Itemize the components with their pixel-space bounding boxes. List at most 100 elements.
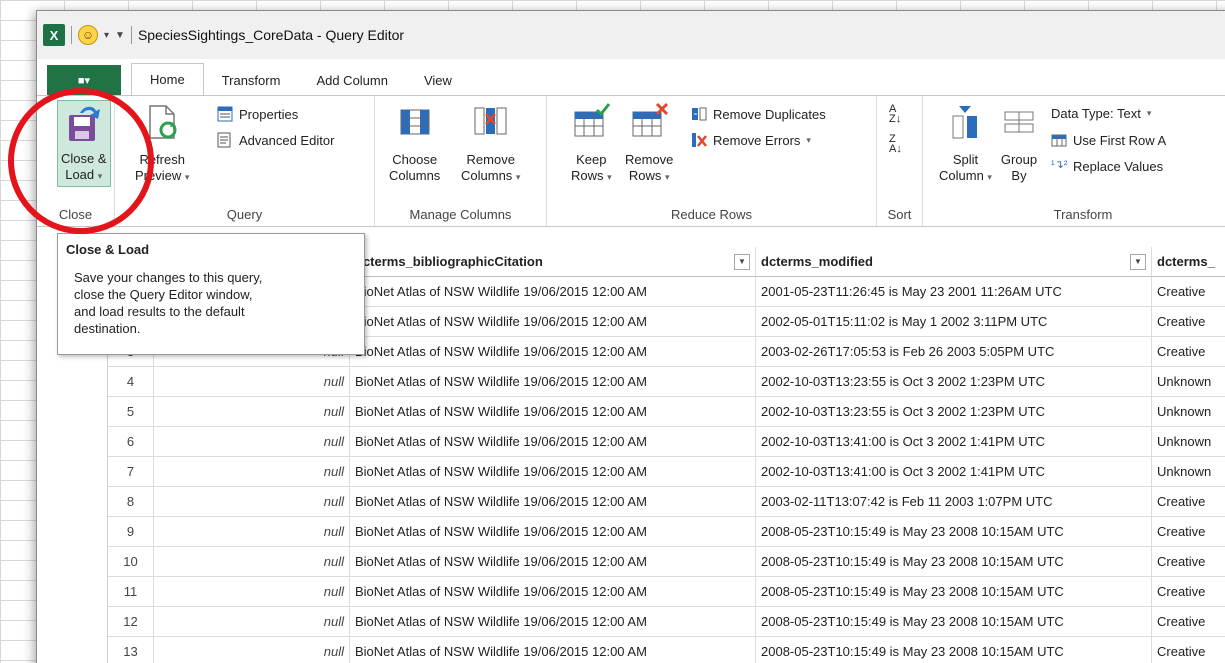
tooltip-title: Close & Load bbox=[66, 242, 150, 257]
split-column-label-line1: Split bbox=[952, 152, 979, 167]
null-cell[interactable]: null bbox=[154, 397, 350, 427]
modified-cell[interactable]: 2002-05-01T15:11:02 is May 1 2002 3:11PM… bbox=[756, 307, 1152, 337]
bibliographic-citation-cell[interactable]: BioNet Atlas of NSW Wildlife 19/06/2015 … bbox=[350, 487, 756, 517]
bibliographic-citation-cell[interactable]: BioNet Atlas of NSW Wildlife 19/06/2015 … bbox=[350, 547, 756, 577]
license-cell[interactable]: Creative bbox=[1152, 487, 1225, 517]
bibliographic-citation-cell[interactable]: BioNet Atlas of NSW Wildlife 19/06/2015 … bbox=[350, 367, 756, 397]
row-number[interactable]: 6 bbox=[108, 427, 154, 457]
query-editor-window: X ☺ ▾ ▼ SpeciesSightings_CoreData - Quer… bbox=[36, 10, 1225, 663]
modified-cell[interactable]: 2008-05-23T10:15:49 is May 23 2008 10:15… bbox=[756, 607, 1152, 637]
table-row: 10 null BioNet Atlas of NSW Wildlife 19/06… bbox=[108, 547, 1225, 577]
bibliographic-citation-cell[interactable]: BioNet Atlas of NSW Wildlife 19/06/2015 … bbox=[350, 427, 756, 457]
bibliographic-citation-cell[interactable]: BioNet Atlas of NSW Wildlife 19/06/2015 … bbox=[350, 517, 756, 547]
row-number[interactable]: 13 bbox=[108, 637, 154, 663]
data-type-dropdown[interactable]: Data Type: Text ▾ bbox=[1051, 106, 1151, 121]
license-cell[interactable]: Creative bbox=[1152, 637, 1225, 663]
license-cell[interactable]: Creative bbox=[1152, 517, 1225, 547]
row-number[interactable]: 12 bbox=[108, 607, 154, 637]
tab-transform[interactable]: Transform bbox=[204, 65, 299, 95]
use-first-row-button[interactable]: Use First Row A bbox=[1051, 132, 1166, 148]
tab-view[interactable]: View bbox=[406, 65, 470, 95]
null-cell[interactable]: null bbox=[154, 547, 350, 577]
bibliographic-citation-cell[interactable]: BioNet Atlas of NSW Wildlife 19/06/2015 … bbox=[350, 277, 756, 307]
tab-add-column[interactable]: Add Column bbox=[298, 65, 406, 95]
bibliographic-citation-cell[interactable]: BioNet Atlas of NSW Wildlife 19/06/2015 … bbox=[350, 337, 756, 367]
group-label-transform: Transform bbox=[1053, 207, 1113, 222]
ribbon: Close & Load ▾ Close Refresh Preview ▾ P… bbox=[37, 95, 1225, 227]
sort-ascending-button[interactable]: A Z↓ bbox=[889, 103, 902, 125]
row-number[interactable]: 11 bbox=[108, 577, 154, 607]
excel-icon[interactable]: X bbox=[43, 24, 65, 46]
modified-cell[interactable]: 2008-05-23T10:15:49 is May 23 2008 10:15… bbox=[756, 637, 1152, 663]
null-cell[interactable]: null bbox=[154, 517, 350, 547]
null-cell[interactable]: null bbox=[154, 607, 350, 637]
modified-cell[interactable]: 2008-05-23T10:15:49 is May 23 2008 10:15… bbox=[756, 547, 1152, 577]
remove-rows-button[interactable]: Remove Rows ▾ bbox=[625, 102, 673, 185]
filter-dropdown-icon[interactable]: ▼ bbox=[1130, 253, 1146, 270]
remove-duplicates-label: Remove Duplicates bbox=[713, 106, 826, 122]
null-cell[interactable]: null bbox=[154, 487, 350, 517]
null-cell[interactable]: null bbox=[154, 427, 350, 457]
license-cell[interactable]: Unknown bbox=[1152, 397, 1225, 427]
modified-cell[interactable]: 2002-10-03T13:23:55 is Oct 3 2002 1:23PM… bbox=[756, 367, 1152, 397]
modified-cell[interactable]: 2001-05-23T11:26:45 is May 23 2001 11:26… bbox=[756, 277, 1152, 307]
remove-errors-button[interactable]: Remove Errors ▾ bbox=[691, 132, 811, 148]
keep-rows-icon bbox=[571, 102, 611, 142]
bibliographic-citation-cell[interactable]: BioNet Atlas of NSW Wildlife 19/06/2015 … bbox=[350, 307, 756, 337]
row-number[interactable]: 7 bbox=[108, 457, 154, 487]
group-transform: Split Column ▾ Group By Data Type: Text … bbox=[923, 96, 1225, 226]
bibliographic-citation-cell[interactable]: BioNet Atlas of NSW Wildlife 19/06/2015 … bbox=[350, 637, 756, 663]
smiley-icon[interactable]: ☺ bbox=[78, 25, 98, 45]
row-number[interactable]: 4 bbox=[108, 367, 154, 397]
modified-cell[interactable]: 2002-10-03T13:41:00 is Oct 3 2002 1:41PM… bbox=[756, 457, 1152, 487]
advanced-editor-button[interactable]: Advanced Editor bbox=[217, 132, 334, 148]
keep-rows-button[interactable]: Keep Rows ▾ bbox=[571, 102, 612, 185]
column-header-license[interactable]: dcterms_ bbox=[1152, 247, 1225, 277]
sort-ascending-icon: A Z↓ bbox=[889, 103, 902, 125]
modified-cell[interactable]: 2008-05-23T10:15:49 is May 23 2008 10:15… bbox=[756, 517, 1152, 547]
tab-home[interactable]: Home bbox=[131, 63, 204, 95]
null-cell[interactable]: null bbox=[154, 577, 350, 607]
row-number[interactable]: 9 bbox=[108, 517, 154, 547]
modified-cell[interactable]: 2002-10-03T13:23:55 is Oct 3 2002 1:23PM… bbox=[756, 397, 1152, 427]
modified-cell[interactable]: 2003-02-26T17:05:53 is Feb 26 2003 5:05P… bbox=[756, 337, 1152, 367]
license-cell[interactable]: Creative bbox=[1152, 547, 1225, 577]
row-number[interactable]: 10 bbox=[108, 547, 154, 577]
bibliographic-citation-cell[interactable]: BioNet Atlas of NSW Wildlife 19/06/2015 … bbox=[350, 457, 756, 487]
license-cell[interactable]: Unknown bbox=[1152, 427, 1225, 457]
license-cell[interactable]: Creative bbox=[1152, 607, 1225, 637]
remove-columns-button[interactable]: Remove Columns ▾ bbox=[461, 102, 520, 185]
null-cell[interactable]: null bbox=[154, 457, 350, 487]
group-label-manage-columns: Manage Columns bbox=[409, 207, 512, 222]
filter-dropdown-icon[interactable]: ▼ bbox=[734, 253, 750, 270]
license-cell[interactable]: Unknown bbox=[1152, 457, 1225, 487]
group-by-button[interactable]: Group By bbox=[999, 102, 1039, 184]
split-column-button[interactable]: Split Column ▾ bbox=[939, 102, 992, 185]
remove-duplicates-button[interactable]: Remove Duplicates bbox=[691, 106, 826, 122]
bibliographic-citation-cell[interactable]: BioNet Atlas of NSW Wildlife 19/06/2015 … bbox=[350, 607, 756, 637]
properties-button[interactable]: Properties bbox=[217, 106, 298, 122]
replace-values-button[interactable]: ¹↴² Replace Values bbox=[1051, 158, 1163, 174]
license-cell[interactable]: Unknown bbox=[1152, 367, 1225, 397]
bibliographic-citation-cell[interactable]: BioNet Atlas of NSW Wildlife 19/06/2015 … bbox=[350, 577, 756, 607]
chevron-down-icon[interactable]: ▾ bbox=[104, 30, 109, 41]
row-number[interactable]: 8 bbox=[108, 487, 154, 517]
choose-columns-label-line2: Columns bbox=[389, 168, 441, 183]
modified-cell[interactable]: 2003-02-11T13:07:42 is Feb 11 2003 1:07P… bbox=[756, 487, 1152, 517]
column-header-modified[interactable]: dcterms_modified ▼ bbox=[756, 247, 1152, 277]
license-cell[interactable]: Creative bbox=[1152, 307, 1225, 337]
sort-descending-button[interactable]: Z A↓ bbox=[889, 134, 902, 155]
license-cell[interactable]: Creative bbox=[1152, 277, 1225, 307]
license-cell[interactable]: Creative bbox=[1152, 337, 1225, 367]
null-cell[interactable]: null bbox=[154, 367, 350, 397]
bibliographic-citation-cell[interactable]: BioNet Atlas of NSW Wildlife 19/06/2015 … bbox=[350, 397, 756, 427]
license-cell[interactable]: Creative bbox=[1152, 577, 1225, 607]
quick-access-customize-icon[interactable]: ▼ bbox=[115, 30, 125, 41]
row-number[interactable]: 5 bbox=[108, 397, 154, 427]
modified-cell[interactable]: 2008-05-23T10:15:49 is May 23 2008 10:15… bbox=[756, 577, 1152, 607]
column-header-bibliographic-citation[interactable]: dcterms_bibliographicCitation ▼ bbox=[350, 247, 756, 277]
remove-columns-label-line1: Remove bbox=[466, 152, 515, 167]
null-cell[interactable]: null bbox=[154, 637, 350, 663]
modified-cell[interactable]: 2002-10-03T13:41:00 is Oct 3 2002 1:41PM… bbox=[756, 427, 1152, 457]
choose-columns-button[interactable]: Choose Columns bbox=[389, 102, 440, 184]
